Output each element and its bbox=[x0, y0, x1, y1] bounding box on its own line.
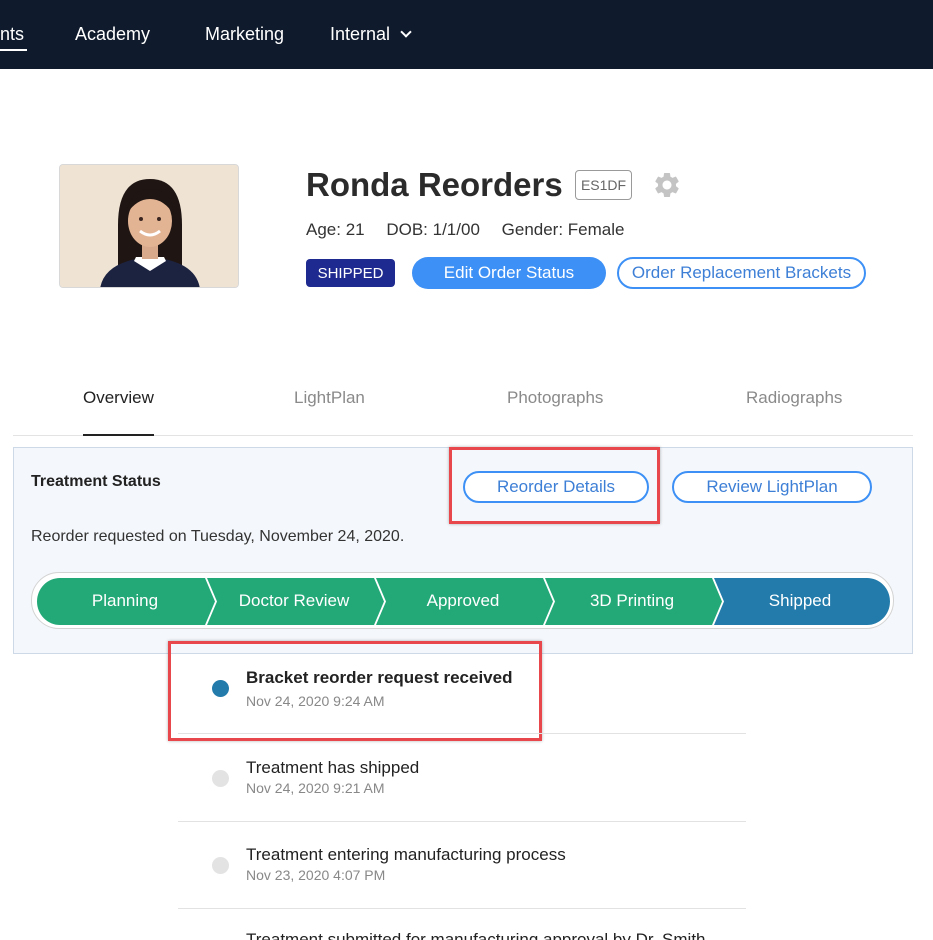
nav-active-indicator bbox=[0, 49, 27, 51]
top-navigation-bar: nts Academy Marketing Internal bbox=[0, 0, 933, 69]
patient-gender: Gender: Female bbox=[501, 220, 625, 239]
case-code-badge: ES1DF bbox=[575, 170, 632, 200]
timeline-item-time: Nov 23, 2020 4:07 PM bbox=[246, 867, 386, 883]
tab-overview[interactable]: Overview bbox=[83, 388, 154, 408]
timeline-current-dot-icon bbox=[212, 680, 229, 697]
edit-order-status-button[interactable]: Edit Order Status bbox=[412, 257, 606, 289]
nav-item-patients[interactable]: nts bbox=[0, 24, 24, 45]
timeline-item-title: Treatment has shipped bbox=[246, 758, 420, 777]
nav-item-internal-label: Internal bbox=[330, 24, 391, 44]
timeline-item-time: Nov 24, 2020 9:21 AM bbox=[246, 780, 385, 796]
step-shipped: Shipped bbox=[768, 591, 832, 610]
review-lightplan-button[interactable]: Review LightPlan bbox=[672, 471, 872, 503]
order-replacement-brackets-button[interactable]: Order Replacement Brackets bbox=[617, 257, 866, 289]
step-planning: Planning bbox=[91, 591, 159, 610]
timeline-divider bbox=[178, 821, 746, 822]
reorder-requested-text: Reorder requested on Tuesday, November 2… bbox=[31, 528, 405, 545]
timeline-item: Treatment submitted for manufacturing ap… bbox=[178, 930, 746, 940]
timeline-item-title: Treatment entering manufacturing process bbox=[246, 845, 566, 864]
step-doctor-review: Doctor Review bbox=[238, 591, 350, 610]
tab-photographs[interactable]: Photographs bbox=[507, 388, 603, 408]
treatment-status-title: Treatment Status bbox=[31, 473, 161, 490]
timeline-item: Treatment entering manufacturing process… bbox=[178, 845, 746, 895]
timeline-divider bbox=[178, 908, 746, 909]
timeline-item: Treatment has shipped Nov 24, 2020 9:21 … bbox=[178, 758, 746, 808]
patient-age: Age: 21 bbox=[306, 220, 365, 239]
timeline-item: Bracket reorder request received Nov 24,… bbox=[178, 666, 746, 726]
step-3d-printing: 3D Printing bbox=[589, 591, 675, 610]
patient-photo bbox=[59, 164, 239, 288]
chevron-down-icon bbox=[400, 26, 412, 38]
timeline-item-title: Treatment submitted for manufacturing ap… bbox=[246, 930, 706, 940]
nav-item-internal[interactable]: Internal bbox=[330, 24, 412, 45]
patient-dob: DOB: 1/1/00 bbox=[386, 220, 480, 239]
patient-info: Age: 21 DOB: 1/1/00 Gender: Female bbox=[306, 220, 641, 240]
timeline-item-title: Bracket reorder request received bbox=[246, 668, 513, 687]
tab-radiographs[interactable]: Radiographs bbox=[746, 388, 842, 408]
order-status-badge: SHIPPED bbox=[306, 259, 395, 287]
nav-item-academy[interactable]: Academy bbox=[75, 24, 150, 45]
timeline-dot-icon bbox=[212, 857, 229, 874]
gear-icon[interactable] bbox=[652, 170, 682, 200]
step-approved: Approved bbox=[426, 591, 500, 610]
timeline-divider bbox=[178, 733, 746, 734]
patient-name: Ronda Reorders bbox=[306, 166, 563, 203]
tab-lightplan[interactable]: LightPlan bbox=[294, 388, 365, 408]
reorder-details-button[interactable]: Reorder Details bbox=[463, 471, 649, 503]
nav-item-marketing[interactable]: Marketing bbox=[205, 24, 284, 45]
active-tab-indicator bbox=[83, 434, 154, 436]
timeline-dot-icon bbox=[212, 770, 229, 787]
timeline-item-time: Nov 24, 2020 9:24 AM bbox=[246, 693, 385, 709]
